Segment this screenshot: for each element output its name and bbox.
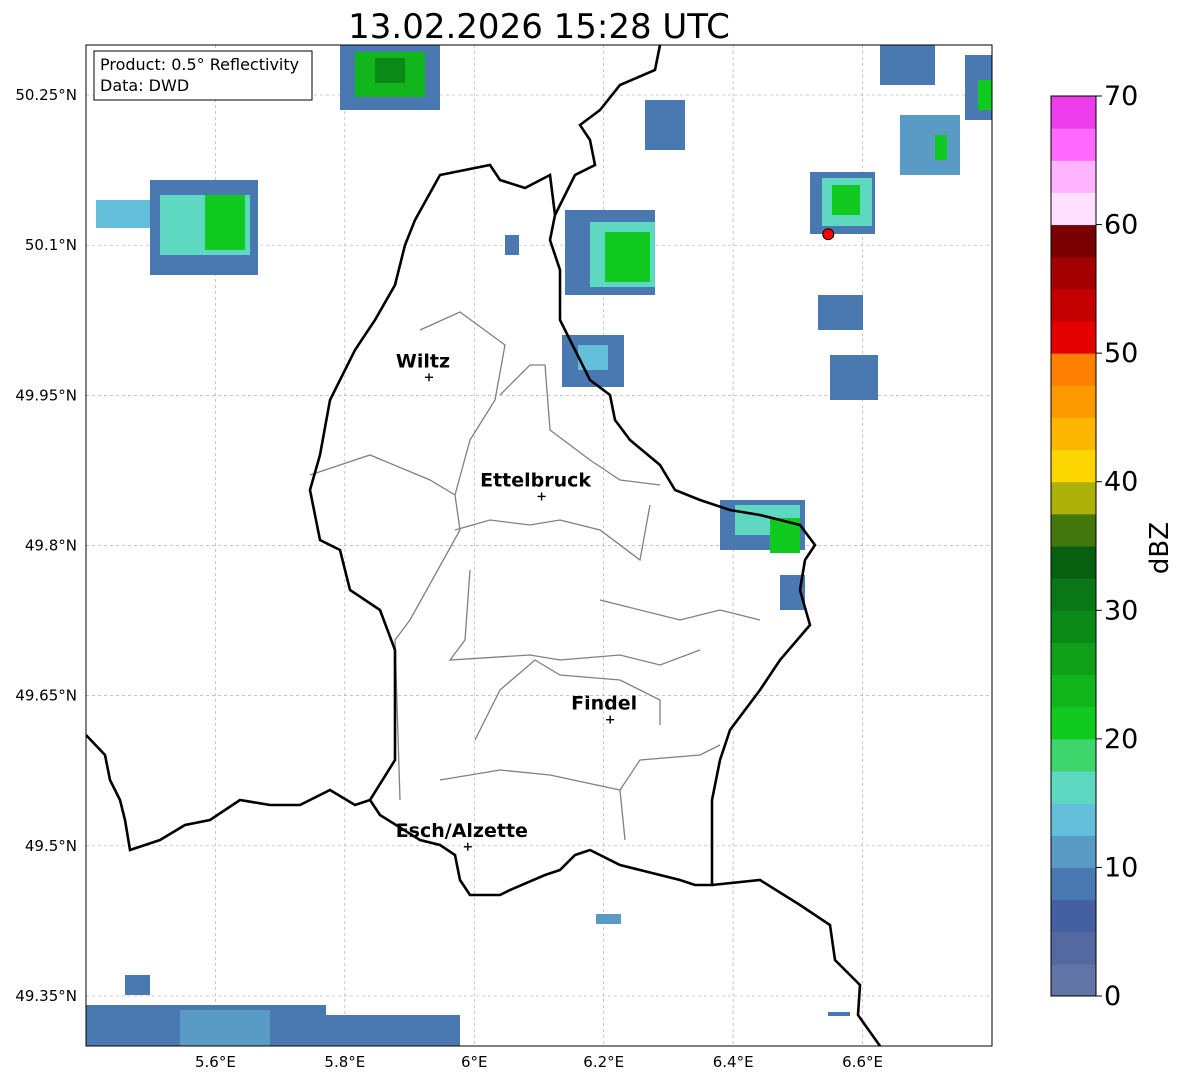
radar-site-marker xyxy=(822,228,835,241)
colorbar-segment xyxy=(1051,546,1096,579)
colorbar-segment xyxy=(1051,481,1096,515)
city-label: Ettelbruck xyxy=(480,469,591,491)
city-label: Wiltz xyxy=(396,350,450,372)
lat-tick-label: 50.1°N xyxy=(25,236,77,254)
lat-tick-label: 49.35°N xyxy=(15,987,77,1005)
echo-cell xyxy=(810,172,875,234)
colorbar-segment xyxy=(1051,385,1096,418)
colorbar-tick-label: 20 xyxy=(1104,724,1138,755)
colorbar-segment xyxy=(1051,931,1096,965)
colorbar-segment xyxy=(1051,192,1096,226)
lon-tick-label: 6°E xyxy=(461,1053,488,1071)
colorbar-segment xyxy=(1051,288,1096,322)
colorbar xyxy=(1050,95,1097,997)
colorbar-segment xyxy=(1051,706,1096,740)
colorbar-segment xyxy=(1051,578,1096,611)
lon-tick-label: 5.8°E xyxy=(324,1053,365,1071)
colorbar-segment xyxy=(1051,353,1096,386)
colorbar-segment xyxy=(1051,610,1096,643)
city-label: Findel xyxy=(571,693,637,715)
radar-figure: 13.02.2026 15:28 UTC Wiltz Ettelbruck Find… xyxy=(0,0,1184,1081)
city-label: Esch/Alzette xyxy=(396,820,528,842)
colorbar-segment xyxy=(1051,674,1096,708)
colorbar-segment xyxy=(1051,96,1096,129)
colorbar-label: dBZ xyxy=(1145,522,1175,574)
colorbar-tick-label: 40 xyxy=(1104,467,1138,498)
lat-tick-label: 49.5°N xyxy=(25,837,77,855)
colorbar-tick-label: 60 xyxy=(1104,210,1138,241)
info-box: Product: 0.5° Reflectivity Data: DWD xyxy=(93,50,313,101)
colorbar-segment xyxy=(1051,449,1096,483)
map-area: Wiltz Ettelbruck Findel Esch/Alzette xyxy=(86,45,992,1046)
colorbar-tick-label: 0 xyxy=(1104,981,1121,1012)
colorbar-segment xyxy=(1051,513,1096,547)
colorbar-tick-label: 70 xyxy=(1104,81,1138,112)
colorbar-segment xyxy=(1051,835,1096,868)
colorbar-segment xyxy=(1051,224,1096,258)
colorbar-segment xyxy=(1051,417,1096,451)
lat-tick-label: 49.95°N xyxy=(15,386,77,404)
colorbar-segment xyxy=(1051,160,1096,193)
longitude-axis: 5.6°E 5.8°E 6°E 6.2°E 6.4°E 6.6°E xyxy=(195,1053,883,1071)
colorbar-tick-label: 50 xyxy=(1104,338,1138,369)
colorbar-segment xyxy=(1051,803,1096,836)
lon-tick-label: 6.2°E xyxy=(583,1053,624,1071)
colorbar-segment xyxy=(1051,771,1096,804)
colorbar-tick-label: 10 xyxy=(1104,852,1138,883)
lat-tick-label: 50.25°N xyxy=(15,86,77,104)
echo-cell xyxy=(340,45,440,110)
latitude-axis: 50.25°N 50.1°N 49.95°N 49.8°N 49.65°N 49.5°N 4… xyxy=(15,86,77,1005)
colorbar-segment xyxy=(1051,321,1096,354)
colorbar-segment xyxy=(1051,963,1096,997)
colorbar-segment xyxy=(1051,738,1096,772)
lon-tick-label: 6.6°E xyxy=(842,1053,883,1071)
colorbar-segment xyxy=(1051,256,1096,290)
colorbar-segment xyxy=(1051,899,1096,933)
lat-tick-label: 49.8°N xyxy=(25,537,77,555)
lat-tick-label: 49.65°N xyxy=(15,687,77,705)
echo-cell xyxy=(565,210,655,295)
lon-tick-label: 5.6°E xyxy=(195,1053,236,1071)
colorbar-segment xyxy=(1051,642,1096,676)
radar-map-svg: 13.02.2026 15:28 UTC Wiltz Ettelbruck Find… xyxy=(15,7,1175,1071)
colorbar-ticks: 0 10 20 30 40 50 60 70 xyxy=(1096,81,1138,1012)
info-product: Product: 0.5° Reflectivity xyxy=(100,55,299,74)
colorbar-tick-label: 30 xyxy=(1104,595,1138,626)
info-data-source: Data: DWD xyxy=(100,76,189,95)
lon-tick-label: 6.4°E xyxy=(713,1053,754,1071)
colorbar-segment xyxy=(1051,867,1096,901)
colorbar-segment xyxy=(1051,128,1096,161)
figure-title: 13.02.2026 15:28 UTC xyxy=(348,7,730,47)
